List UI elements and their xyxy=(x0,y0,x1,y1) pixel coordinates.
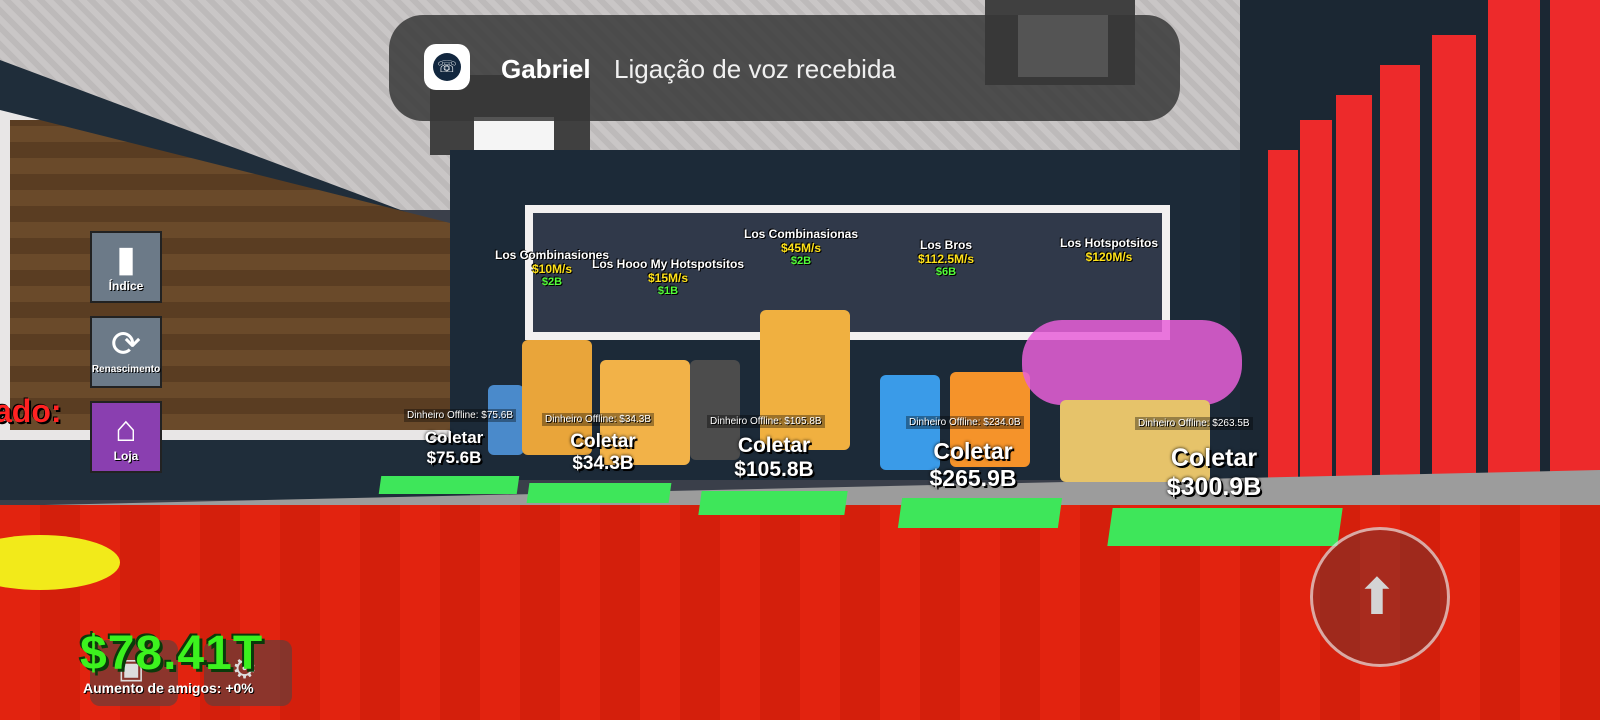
plot-tag: Los Hotspotsitos $120M/s xyxy=(1060,236,1158,264)
brainrot-character xyxy=(1022,320,1242,405)
rebirth-label: Renascimento xyxy=(91,364,161,375)
plot-price: $1B xyxy=(657,285,679,297)
plot-name: Los Hotspotsitos xyxy=(1060,236,1158,250)
plot-tag: Los Bros $112.5M/s $6B xyxy=(918,238,974,278)
store-label: Loja xyxy=(113,449,139,463)
collect-amount: $105.8B xyxy=(734,458,814,481)
laser-bar xyxy=(1432,35,1476,505)
collect-pad[interactable] xyxy=(526,483,672,503)
collect-button[interactable]: Coletar $75.6B xyxy=(412,428,496,468)
plot-name: Los Hooo My Hotspotsitos xyxy=(592,257,744,271)
laser-bar xyxy=(1380,65,1420,500)
collect-pad[interactable] xyxy=(897,498,1063,528)
store-button[interactable]: ⌂ Loja xyxy=(90,401,162,473)
brainrot-character xyxy=(760,310,850,450)
collect-amount: $300.9B xyxy=(1166,473,1262,501)
arrow-up-icon: ⬆ xyxy=(1356,569,1398,625)
notification-caller: Gabriel xyxy=(501,54,591,84)
money-counter: $78.41T xyxy=(80,627,264,680)
laser-bar xyxy=(1550,0,1600,540)
refresh-icon: ⟳ xyxy=(110,323,142,364)
offline-money: Dinheiro Offline: $234.0B xyxy=(906,416,1024,429)
signal-call-icon[interactable]: ☏ xyxy=(424,44,470,90)
plot-tag: Los Combinasionas $45M/s $2B xyxy=(744,227,858,267)
index-button[interactable]: ▮ Índice xyxy=(90,231,162,303)
plot-rate: $15M/s xyxy=(647,271,689,285)
laser-bar xyxy=(1488,0,1540,525)
offline-money: Dinheiro Offline: $105.8B xyxy=(707,415,825,428)
collect-label: Coletar xyxy=(424,428,484,447)
notification-message: Ligação de voz recebida xyxy=(614,54,896,84)
collect-label: Coletar xyxy=(737,434,811,457)
book-icon: ▮ xyxy=(116,238,136,279)
collect-amount: $265.9B xyxy=(929,465,1017,491)
offline-money: Dinheiro Offline: $75.6B xyxy=(404,409,516,422)
plot-price: $2B xyxy=(790,255,812,267)
collect-button[interactable]: Coletar $300.9B xyxy=(1152,444,1276,502)
plot-rate: $112.5M/s xyxy=(918,252,975,266)
collect-pad[interactable] xyxy=(378,476,520,494)
rebirth-button[interactable]: ⟳ Renascimento xyxy=(90,316,162,388)
partial-label: ado: xyxy=(0,393,62,429)
collect-button[interactable]: Coletar $265.9B xyxy=(918,438,1028,492)
offline-money: Dinheiro Offline: $34.3B xyxy=(542,413,654,426)
laser-bar xyxy=(1336,95,1372,495)
collect-label: Coletar xyxy=(1170,444,1258,472)
collect-label: Coletar xyxy=(933,438,1013,464)
friends-boost: Aumento de amigos: +0% xyxy=(83,680,254,696)
collect-button[interactable]: Coletar $105.8B xyxy=(724,434,824,482)
collect-button[interactable]: Coletar $34.3B xyxy=(558,431,648,475)
plot-rate: $45M/s xyxy=(781,241,822,255)
collect-amount: $34.3B xyxy=(572,453,634,474)
offline-money: Dinheiro Offline: $263.5B xyxy=(1135,417,1253,430)
collect-amount: $75.6B xyxy=(426,448,482,467)
laser-bar xyxy=(1268,150,1298,480)
plot-tag: Los Hooo My Hotspotsitos $15M/s $1B xyxy=(592,257,744,297)
store-icon: ⌂ xyxy=(115,408,137,449)
plot-name: Los Bros xyxy=(920,238,973,252)
plot-name: Los Combinasionas xyxy=(744,227,859,241)
index-label: Índice xyxy=(108,279,144,293)
plot-price: $6B xyxy=(935,266,957,278)
laser-bar xyxy=(1300,120,1332,490)
plot-rate: $120M/s xyxy=(1085,250,1133,264)
collect-pad[interactable] xyxy=(1107,508,1343,546)
collect-pad[interactable] xyxy=(698,491,848,515)
collect-label: Coletar xyxy=(570,431,636,452)
